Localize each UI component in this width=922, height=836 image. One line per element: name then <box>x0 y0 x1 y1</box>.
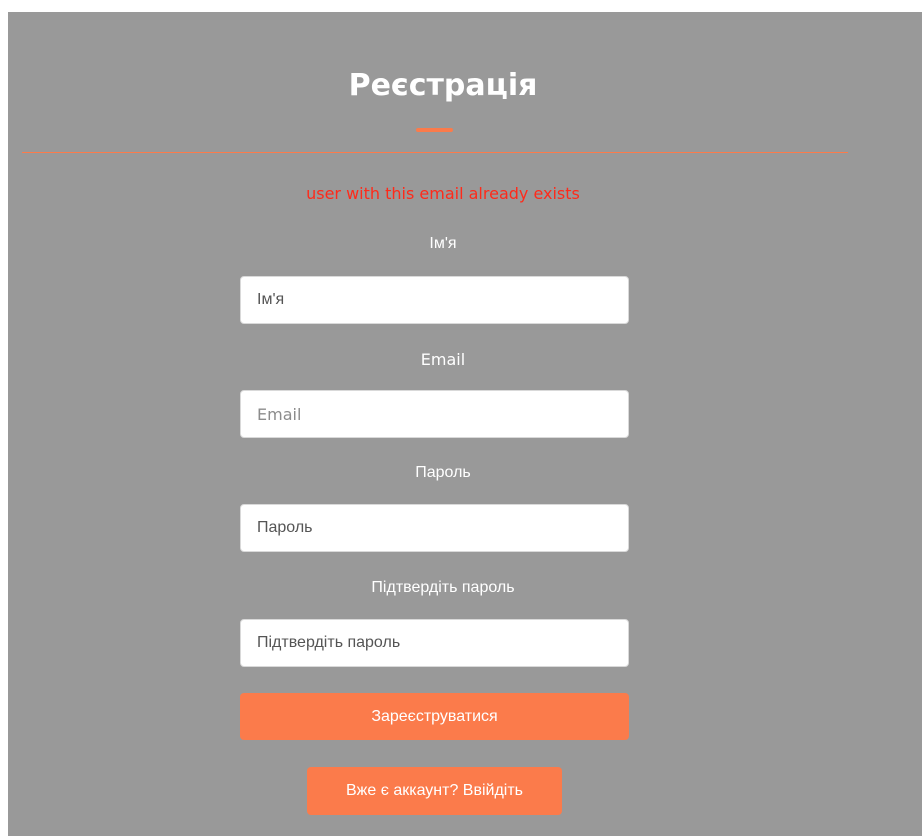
email-label: Email <box>420 350 466 369</box>
login-link-button[interactable]: Вже є аккаунт? Ввійдіть <box>307 767 562 815</box>
error-message: user with this email already exists <box>306 184 580 203</box>
header-divider <box>22 152 848 153</box>
confirm-password-field[interactable] <box>240 619 629 667</box>
registration-panel: Реєстрація user with this email already … <box>8 12 922 836</box>
email-field[interactable] <box>240 390 629 438</box>
page-title: Реєстрація <box>348 68 538 103</box>
register-button[interactable]: Зареєструватися <box>240 693 629 740</box>
confirm-password-label: Підтвердіть пароль <box>371 579 515 596</box>
name-field[interactable] <box>240 276 629 324</box>
name-label: Ім'я <box>429 235 457 252</box>
password-field[interactable] <box>240 504 629 552</box>
password-label: Пароль <box>415 464 471 481</box>
title-accent-bar <box>416 128 453 132</box>
